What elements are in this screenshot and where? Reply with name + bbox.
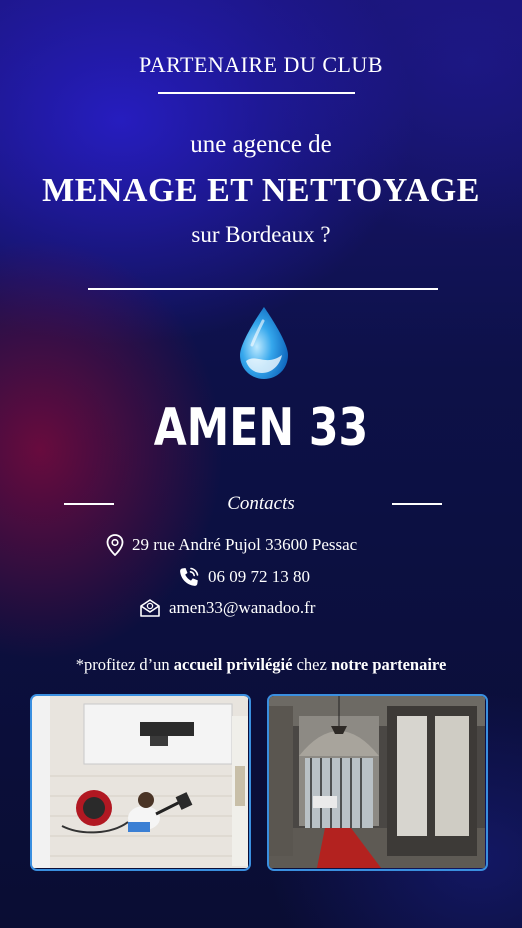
- divider-top: [158, 92, 355, 94]
- partner-poster: PARTENAIRE DU CLUB une agence de MENAGE …: [0, 0, 522, 928]
- brand-name: AMEN 33: [153, 398, 369, 458]
- lead-text: une agence de: [190, 131, 332, 158]
- location-pin-icon: [106, 534, 124, 556]
- phone-text: 06 09 72 13 80: [208, 567, 310, 586]
- divider-middle: [88, 288, 438, 290]
- contacts-label: Contacts: [227, 493, 295, 514]
- phone-row: 06 09 72 13 80: [178, 566, 310, 588]
- building-entrance-photo: [267, 694, 488, 871]
- divider-contacts-right: [392, 503, 442, 505]
- email-text: amen33@wanadoo.fr: [169, 598, 316, 617]
- kicker-text: PARTENAIRE DU CLUB: [139, 52, 383, 77]
- envelope-icon: [140, 599, 160, 617]
- note-middle: chez: [292, 655, 331, 674]
- email-row: amen33@wanadoo.fr: [139, 598, 315, 618]
- note-bold-1: accueil privilégié: [173, 655, 293, 674]
- phone-icon: [180, 567, 199, 586]
- address-text: 29 rue André Pujol 33600 Pessac: [132, 535, 358, 554]
- address-row: 29 rue André Pujol 33600 Pessac: [106, 534, 357, 556]
- cleaning-office-photo: [30, 694, 251, 871]
- cleaning-office-illustration: [32, 696, 248, 868]
- partner-note: *profitez d’un accueil privilégié chez n…: [0, 655, 522, 675]
- subheadline: sur Bordeaux ?: [191, 222, 331, 247]
- water-drop-icon: [240, 307, 288, 379]
- headline: MENAGE ET NETTOYAGE: [42, 172, 480, 209]
- note-bold-2: notre partenaire: [330, 655, 447, 674]
- note-prefix: *profitez d’un: [75, 655, 174, 674]
- building-entrance-illustration: [269, 696, 485, 868]
